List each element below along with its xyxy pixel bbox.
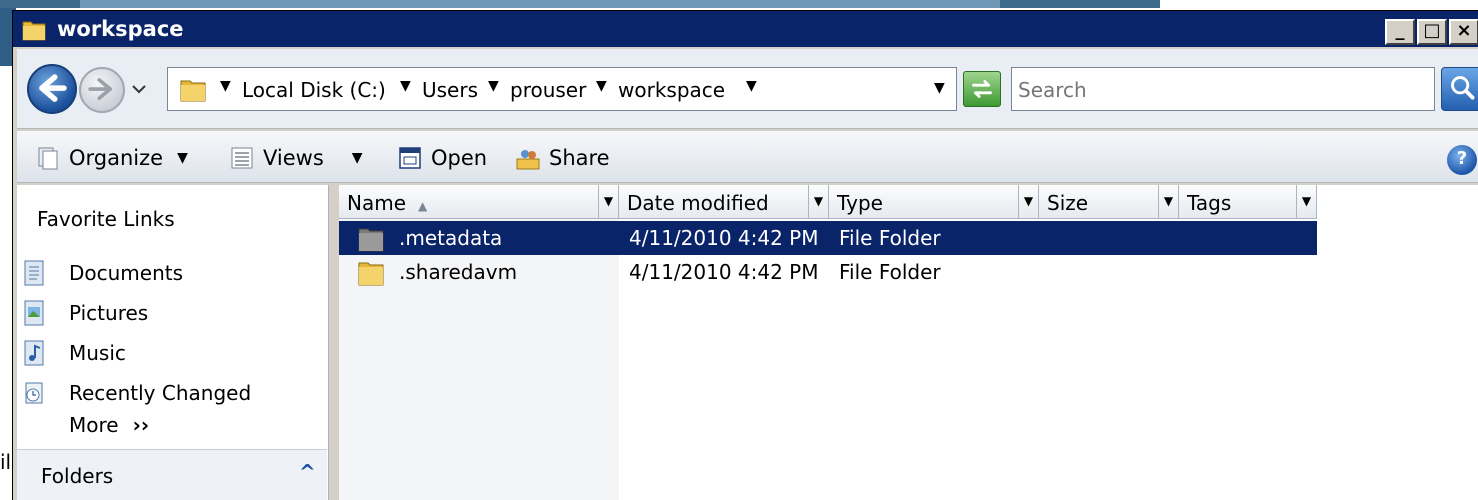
views-button[interactable]: Views ▼: [229, 143, 363, 173]
file-name: .sharedavm: [399, 260, 518, 284]
favorite-links-heading: Favorite Links: [37, 207, 175, 231]
folders-label: Folders: [41, 464, 114, 488]
address-history-dropdown-icon[interactable]: ▼: [934, 80, 945, 96]
file-name: .metadata: [399, 226, 503, 250]
column-filter-dropdown-icon[interactable]: ▼: [808, 185, 828, 218]
column-header-label: Type: [837, 191, 883, 215]
column-header-tags[interactable]: Tags ▼: [1179, 185, 1317, 219]
breadcrumb-arrow-icon[interactable]: ▼: [488, 78, 499, 94]
back-button[interactable]: [27, 64, 77, 114]
background-banner: [80, 0, 1000, 8]
magnifier-icon: [1451, 76, 1475, 100]
file-date-modified: 4/11/2010 4:42 PM: [629, 260, 819, 284]
more-links-button[interactable]: More ››: [69, 413, 149, 437]
breadcrumb-local-disk[interactable]: Local Disk (C:): [242, 78, 386, 102]
search-input[interactable]: [1018, 76, 1428, 104]
breadcrumb-arrow-icon[interactable]: ▼: [400, 78, 411, 94]
folder-icon: [358, 228, 384, 252]
recently-changed-icon: [25, 382, 43, 404]
refresh-button[interactable]: [963, 71, 1001, 107]
forward-button[interactable]: [79, 67, 125, 113]
views-icon: [231, 147, 253, 169]
breadcrumb-prouser[interactable]: prouser: [510, 78, 586, 102]
close-button[interactable]: ×: [1449, 19, 1478, 45]
column-header-row: Name ▲ ▼ Date modified ▼ Type ▼ Size ▼ Ta…: [339, 185, 1317, 219]
open-button[interactable]: Open: [397, 143, 487, 173]
folder-icon: [22, 21, 46, 41]
command-toolbar: Organize ▼ Views ▼ Open Share ?: [17, 131, 1478, 183]
breadcrumb-arrow-icon[interactable]: ▼: [220, 78, 231, 94]
file-row[interactable]: .metadata 4/11/2010 4:42 PM File Folder: [339, 221, 1317, 255]
file-row[interactable]: .sharedavm 4/11/2010 4:42 PM File Folder: [339, 255, 1317, 289]
column-filter-dropdown-icon[interactable]: ▼: [1158, 185, 1178, 218]
column-filter-dropdown-icon[interactable]: ▼: [598, 185, 618, 218]
more-label: More: [69, 413, 119, 437]
organize-button[interactable]: Organize ▼: [35, 143, 188, 173]
column-header-label: Name: [347, 191, 407, 215]
column-header-label: Size: [1047, 191, 1089, 215]
search-box[interactable]: [1011, 67, 1435, 111]
file-type: File Folder: [839, 260, 941, 284]
column-header-size[interactable]: Size ▼: [1039, 185, 1179, 219]
column-filter-dropdown-icon[interactable]: ▼: [1018, 185, 1038, 218]
column-filter-dropdown-icon[interactable]: ▼: [1296, 185, 1316, 218]
folders-toggle[interactable]: Folders ^: [17, 449, 327, 500]
double-chevron-icon: ››: [132, 413, 150, 437]
window-title: workspace: [57, 17, 184, 41]
breadcrumb-users[interactable]: Users: [422, 78, 478, 102]
documents-icon: [24, 260, 44, 286]
file-list: Name ▲ ▼ Date modified ▼ Type ▼ Size ▼ Ta…: [339, 185, 1478, 500]
breadcrumb-arrow-icon[interactable]: ▼: [596, 78, 607, 94]
nav-item-label: Documents: [69, 261, 184, 285]
address-field[interactable]: ▼ Local Disk (C:) ▼ Users ▼ prouser ▼ wo…: [167, 67, 957, 111]
organize-dropdown-icon: ▼: [177, 150, 188, 166]
title-bar[interactable]: workspace _ □ ×: [13, 11, 1478, 47]
maximize-button[interactable]: □: [1417, 19, 1447, 45]
background-text-fragment: il: [0, 450, 12, 474]
file-type: File Folder: [839, 226, 941, 250]
organize-label: Organize: [69, 146, 164, 170]
folder-icon: [358, 262, 384, 286]
views-label: Views: [263, 146, 324, 170]
address-toolbar: ▼ Local Disk (C:) ▼ Users ▼ prouser ▼ wo…: [17, 49, 1478, 129]
share-button[interactable]: Share: [515, 143, 610, 173]
breadcrumb-arrow-icon[interactable]: ▼: [746, 78, 757, 94]
open-window-icon: [399, 147, 421, 169]
breadcrumb-workspace[interactable]: workspace: [618, 78, 725, 102]
sort-ascending-icon: ▲: [418, 199, 428, 213]
explorer-window: workspace _ □ × ▼ Local Disk (C:) ▼ User…: [12, 10, 1478, 500]
music-icon: [24, 340, 44, 366]
nav-item-recently-changed[interactable]: Recently Changed: [17, 375, 327, 411]
nav-item-label: Music: [69, 341, 126, 365]
forward-arrow-icon: [88, 78, 113, 101]
column-header-label: Tags: [1187, 191, 1232, 215]
chevron-up-icon: ^: [299, 460, 316, 484]
nav-item-label: Pictures: [69, 301, 149, 325]
minimize-button[interactable]: _: [1385, 19, 1415, 45]
column-header-type[interactable]: Type ▼: [829, 185, 1039, 219]
organize-icon: [38, 147, 58, 170]
pictures-icon: [24, 300, 44, 326]
nav-item-pictures[interactable]: Pictures: [17, 295, 327, 331]
open-label: Open: [431, 146, 488, 170]
file-date-modified: 4/11/2010 4:42 PM: [629, 226, 819, 250]
views-dropdown-icon: ▼: [351, 150, 363, 166]
nav-item-label: Recently Changed: [69, 381, 252, 405]
column-header-label: Date modified: [627, 191, 769, 215]
help-icon[interactable]: ?: [1447, 145, 1477, 175]
recent-pages-dropdown-icon[interactable]: [129, 81, 149, 97]
refresh-icon: [972, 80, 992, 98]
nav-item-music[interactable]: Music: [17, 335, 327, 371]
nav-item-documents[interactable]: Documents: [17, 255, 327, 291]
folder-icon: [180, 80, 206, 102]
share-label: Share: [549, 146, 610, 170]
navigation-pane: Favorite Links Documents Pictures Music: [17, 185, 329, 500]
share-users-icon: [516, 150, 540, 170]
column-header-date-modified[interactable]: Date modified ▼: [619, 185, 829, 219]
column-header-name[interactable]: Name ▲ ▼: [339, 185, 619, 219]
back-arrow-icon: [39, 74, 67, 102]
search-button[interactable]: [1441, 67, 1478, 111]
